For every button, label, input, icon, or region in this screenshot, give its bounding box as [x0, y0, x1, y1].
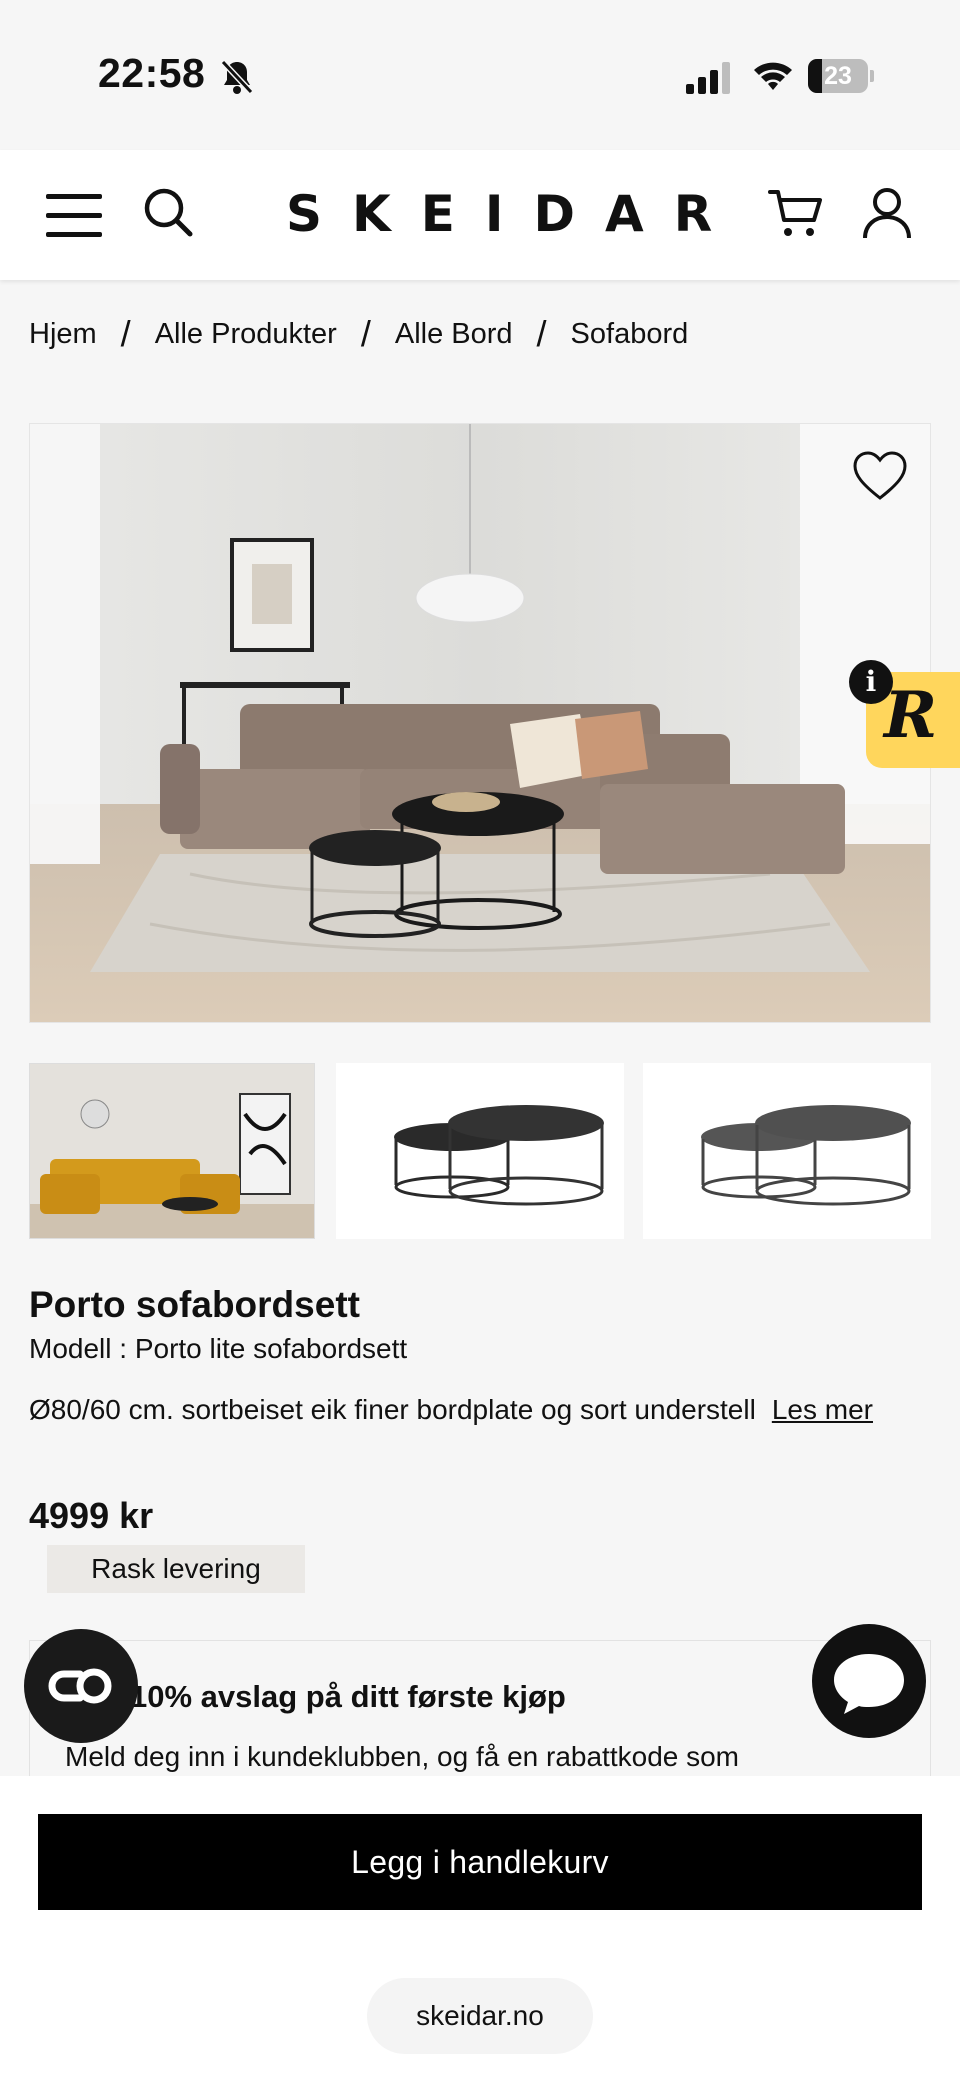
- chat-button[interactable]: [812, 1624, 926, 1738]
- breadcrumb-separator: /: [360, 313, 371, 354]
- chat-icon: [834, 1654, 904, 1714]
- delivery-badge: Rask levering: [47, 1545, 305, 1593]
- user-icon[interactable]: [862, 186, 912, 240]
- thumbnail-scene-image: [30, 1064, 314, 1238]
- reviews-logo: R: [884, 678, 938, 753]
- product-title: Porto sofabordsett: [29, 1284, 360, 1325]
- club-banner[interactable]: 10% avslag på ditt første kjøp Meld deg …: [29, 1640, 931, 1780]
- breadcrumb-all-tables[interactable]: Alle Bord: [395, 318, 513, 351]
- thumbnail-tables-image: [336, 1063, 624, 1239]
- product-description: Ø80/60 cm. sortbeiset eik finer bordplat…: [29, 1390, 929, 1430]
- breadcrumb-coffee-tables[interactable]: Sofabord: [571, 318, 689, 351]
- club-heading: 10% avslag på ditt første kjøp: [130, 1679, 566, 1714]
- co-browse-button[interactable]: [24, 1629, 138, 1743]
- living-room-scene: [30, 424, 930, 1022]
- heart-icon[interactable]: [852, 450, 908, 502]
- brand-logo[interactable]: SKEIDAR: [286, 184, 712, 244]
- menu-icon[interactable]: [46, 194, 102, 238]
- browser-url-pill[interactable]: skeidar.no: [367, 1978, 593, 2054]
- site-header: SKEIDAR: [0, 150, 960, 280]
- add-to-cart-button[interactable]: Legg i handlekurv: [38, 1814, 922, 1910]
- product-description-text: Ø80/60 cm. sortbeiset eik finer bordplat…: [29, 1394, 756, 1425]
- breadcrumb-all-products[interactable]: Alle Produkter: [155, 318, 337, 351]
- battery-indicator: 23: [808, 59, 874, 93]
- signal-icon: [686, 62, 730, 94]
- wifi-icon: [754, 62, 792, 90]
- thumbnail-1[interactable]: [29, 1063, 315, 1239]
- product-price: 4999 kr: [29, 1495, 154, 1536]
- product-main-image[interactable]: [29, 423, 931, 1023]
- thumbnail-2[interactable]: [336, 1063, 624, 1239]
- bottom-bar: Legg i handlekurv skeidar.no: [0, 1776, 960, 2087]
- battery-percent: 23: [824, 62, 852, 90]
- breadcrumb-home[interactable]: Hjem: [29, 318, 97, 351]
- cart-icon[interactable]: [768, 186, 824, 240]
- thumbnail-3[interactable]: [643, 1063, 931, 1239]
- club-text: Meld deg inn i kundeklubben, og få en ra…: [65, 1741, 740, 1772]
- breadcrumb: Hjem / Alle Produkter / Alle Bord / Sofa…: [29, 312, 688, 356]
- info-icon[interactable]: i: [849, 660, 893, 704]
- breadcrumb-separator: /: [120, 313, 131, 354]
- search-icon[interactable]: [142, 186, 194, 238]
- co-browse-icon: [48, 1668, 112, 1704]
- bell-slash-icon: [220, 59, 254, 95]
- status-time: 22:58: [98, 50, 206, 96]
- breadcrumb-separator: /: [536, 313, 547, 354]
- thumbnail-tables-image: [643, 1063, 931, 1239]
- status-bar: 22:58 23: [0, 0, 960, 150]
- read-more-link[interactable]: Les mer: [772, 1394, 873, 1425]
- product-model: Modell : Porto lite sofabordsett: [29, 1333, 408, 1364]
